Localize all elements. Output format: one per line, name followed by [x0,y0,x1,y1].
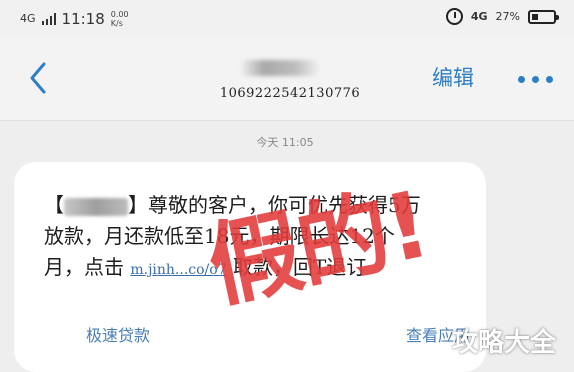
quick-loan-button[interactable]: 极速贷款 [78,320,158,348]
sender-bracket-close: 】 [128,193,148,217]
message-actions: 极速贷款 查看应用 [78,320,478,348]
alarm-clock-icon [445,8,463,25]
signal-network-label: 4G [20,12,36,25]
network-type-label: 4G [470,10,488,23]
battery-percent: 27% [495,10,520,23]
network-speed-value: 0.00 [110,10,129,19]
contact-name-redacted [240,60,320,76]
signal-bars-icon [41,13,56,25]
message-line-3-prefix: 月，点击 [44,255,124,279]
chevron-left-icon [30,62,46,94]
more-options-button[interactable] [518,76,553,83]
status-right: 4G 27% [445,8,559,25]
status-left: 4G 11:18 0.00 K/s [20,10,129,28]
message-timestamp: 今天 11:05 [256,136,314,149]
clock-time: 11:18 [61,10,105,28]
edit-button[interactable]: 编辑 [432,62,474,92]
back-button[interactable] [24,60,54,96]
status-bar: 4G 11:18 0.00 K/s 4G 27% [0,0,574,38]
more-dot-icon [546,76,553,83]
network-speed-unit: K/s [110,19,123,28]
conversation-header: 1069222542130776 编辑 [0,38,574,121]
more-dot-icon [518,76,525,83]
sender-bracket-open: 【 [44,193,64,217]
sender-name-redacted [64,197,128,216]
battery-icon [528,9,559,24]
contact-number: 1069222542130776 [219,86,361,101]
network-speed: 0.00 K/s [111,10,129,28]
site-watermark: 攻略大全 [452,328,557,358]
more-dot-icon [532,76,539,83]
